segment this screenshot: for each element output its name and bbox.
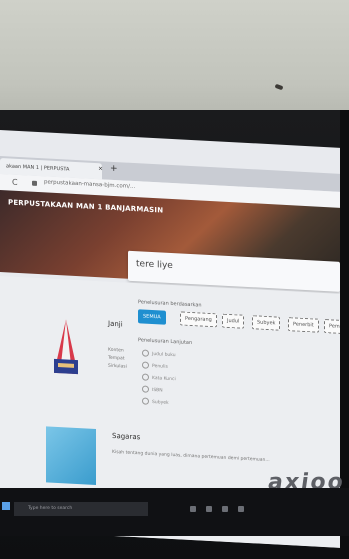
option-title[interactable]: Judul buku [142,349,176,358]
filter-all-button[interactable]: SEMUA [138,309,166,325]
site-title: PERPUSTAKAAN MAN 1 BANJARMASIN [8,198,164,215]
filter-subject-button[interactable]: Subyek [252,315,281,331]
lock-icon [32,180,37,186]
book-meta: Tempat [108,355,125,362]
filter-publisher-button[interactable]: Penerbit [288,317,319,333]
windows-icon[interactable] [2,502,10,510]
url-text[interactable]: perpustakaan-mansa-bjm.com/... [44,179,135,190]
option-author[interactable]: Penulis [142,361,168,370]
option-subject[interactable]: Subyek [142,397,169,406]
reload-icon[interactable]: C [12,178,18,187]
filter-more-button[interactable]: Pem [324,318,340,335]
filter-title-button[interactable]: Judul [222,313,245,329]
filter-label: Penelusuran berdasarkan [138,299,202,309]
tray-icon[interactable] [222,506,228,512]
book-description: Kisah tentang dunia yang luas, dimana pe… [112,449,270,464]
taskbar-search-input[interactable]: Type here to search [14,502,148,516]
option-isbn[interactable]: ISBN [142,385,163,394]
search-query: tere liye [136,259,173,272]
filter-author-button[interactable]: Pengarang [180,311,217,328]
book-cover-janji[interactable] [48,314,84,379]
tray-icon[interactable] [206,506,212,512]
book-meta: Sirkulasi [108,363,127,370]
book-meta: Konten [108,347,124,354]
wall-mark [274,83,284,91]
option-keyword[interactable]: Kata Kunci [142,373,176,382]
new-tab-icon[interactable]: + [110,164,118,174]
advanced-label: Penelusuran Lanjutan [138,337,193,347]
book-title[interactable]: Sagaras [112,432,140,441]
close-icon[interactable]: × [98,165,103,172]
book-title[interactable]: Janji [108,320,123,329]
book-cover-sagaras[interactable] [46,426,96,486]
os-taskbar: Type here to search [0,488,349,536]
tray-icon[interactable] [238,506,244,512]
tray-icon[interactable] [190,506,196,512]
